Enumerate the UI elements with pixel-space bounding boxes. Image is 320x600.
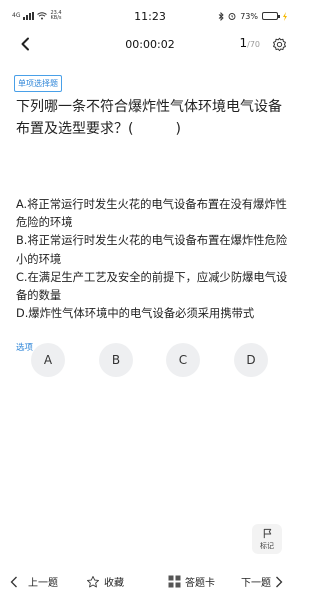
grid-icon [168,575,181,588]
flag-icon [263,528,271,538]
question-type-badge: 单项选择题 [14,75,62,92]
answer-button-a[interactable]: A [31,343,65,377]
favorite-label: 收藏 [104,578,124,589]
network-type: 4G [12,12,21,19]
answer-button-b[interactable]: B [99,343,133,377]
chevron-left-icon [10,576,17,587]
alarm-icon [228,13,236,20]
bottom-bar: 上一题 收藏 答题卡 下一题 [0,568,300,596]
bluetooth-icon [218,11,224,21]
battery-percent: 73% [240,11,258,21]
prev-question-button[interactable]: 上一题 [10,574,58,589]
answer-button-d[interactable]: D [234,343,268,377]
total-questions: /70 [247,40,260,49]
option-d[interactable]: D.爆炸性气体环境中的电气设备必须采用携带式 [16,305,288,323]
settings-button[interactable] [270,34,288,54]
chevron-right-icon [276,576,283,587]
question-text: 下列哪一条不符合爆炸性气体环境电气设备布置及选型要求？( ) [16,99,282,137]
status-time: 11:23 [134,9,166,23]
nav-bar: 00:00:02 1/70 [0,30,300,60]
question-progress: 1/70 [239,36,260,50]
charging-icon [283,11,287,21]
next-question-label: 下一题 [241,578,271,589]
options-list: A.将正常运行时发生火花的电气设备布置在没有爆炸性危险的环境 B.将正常运行时发… [16,196,288,323]
favorite-button[interactable]: 收藏 [86,574,124,589]
status-bar: 4G 23.4 KB/s 11:23 73% [0,0,300,32]
mark-button[interactable]: 标记 [252,524,282,554]
answer-button-c[interactable]: C [166,343,200,377]
option-b[interactable]: B.将正常运行时发生火花的电气设备布置在爆炸性危险小的环境 [16,232,288,268]
network-speed-unit: KB/s [50,15,62,21]
mark-label: 标记 [260,541,274,550]
answer-card-button[interactable]: 答题卡 [168,574,215,589]
gear-icon [272,37,286,51]
answer-card-label: 答题卡 [185,578,215,589]
option-a[interactable]: A.将正常运行时发生火花的电气设备布置在没有爆炸性危险的环境 [16,196,288,232]
option-c[interactable]: C.在满足生产工艺及安全的前提下，应减少防爆电气设备的数量 [16,269,288,305]
wifi-icon [37,12,48,20]
next-question-button[interactable]: 下一题 [241,574,283,589]
network-speed: 23.4 KB/s [50,11,61,21]
current-question-number: 1 [239,36,248,50]
signal-icon [23,12,35,20]
battery-icon [262,12,280,20]
answer-buttons: A B C D [31,343,271,377]
status-left: 4G 23.4 KB/s [12,11,62,21]
prev-question-label: 上一题 [28,578,58,589]
status-right: 73% [218,11,288,21]
star-icon [87,575,99,587]
